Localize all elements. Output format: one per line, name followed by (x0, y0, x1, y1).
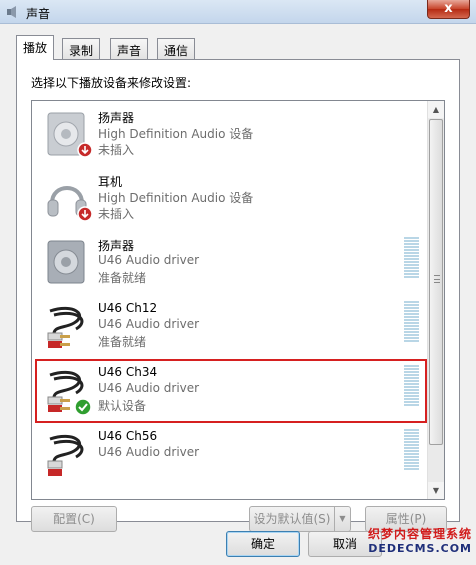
device-name: 扬声器 (98, 239, 135, 253)
ok-button[interactable]: 确定 (226, 531, 300, 557)
rca-cable-icon (47, 434, 84, 476)
tab-sounds[interactable]: 声音 (110, 38, 149, 59)
device-status: 准备就绪 (98, 335, 147, 349)
device-status: 未插入 (98, 207, 135, 221)
device-item[interactable]: U46 Ch12 U46 Audio driver 准备就绪 (32, 295, 429, 359)
device-description: U46 Audio driver (98, 381, 200, 395)
dialog-body: 播放 录制 声音 通信 选择以下播放设备来修改设置: 扬声器 High Defi… (0, 24, 476, 565)
device-name: 耳机 (98, 175, 123, 189)
watermark-line1: 织梦内容管理系统 (367, 527, 472, 541)
speaker-app-icon (7, 6, 16, 18)
volume-level-meter (404, 301, 419, 353)
set-default-button[interactable]: 设为默认值(S) ▼ (249, 506, 351, 532)
device-status: 默认设备 (98, 399, 147, 413)
speaker-icon (47, 112, 93, 158)
volume-level-meter (404, 365, 419, 417)
device-description: U46 Audio driver (98, 445, 200, 459)
vertical-scrollbar[interactable]: ▲ ▼ (427, 101, 444, 499)
tab-communications[interactable]: 通信 (157, 38, 196, 59)
device-status: 未插入 (98, 143, 135, 157)
chevron-down-icon[interactable]: ▼ (334, 507, 350, 531)
headphones-icon (47, 186, 93, 222)
configure-button[interactable]: 配置(C) (31, 506, 117, 532)
tab-recording[interactable]: 录制 (62, 38, 101, 59)
volume-level-meter (404, 237, 419, 289)
device-description: U46 Audio driver (98, 253, 200, 267)
volume-level-meter (404, 429, 419, 481)
set-default-label: 设为默认值(S) (253, 512, 331, 526)
device-item-selected[interactable]: U46 Ch34 U46 Audio driver 默认设备 (35, 359, 427, 423)
device-item[interactable]: 扬声器 U46 Audio driver 准备就绪 (32, 231, 429, 295)
device-name: U46 Ch12 (98, 301, 158, 315)
rca-cable-icon (47, 370, 92, 416)
device-description: U46 Audio driver (98, 317, 200, 331)
device-item[interactable]: U46 Ch56 U46 Audio driver (32, 423, 429, 487)
tab-playback[interactable]: 播放 (16, 35, 55, 60)
scroll-down-icon[interactable]: ▼ (428, 482, 444, 499)
watermark-line2: DEDECMS.COM (368, 542, 472, 555)
rca-cable-icon (47, 306, 84, 348)
title-bar: 声音 x (0, 0, 476, 24)
device-item[interactable]: 耳机 High Definition Audio 设备 未插入 (32, 167, 429, 231)
close-icon: x (444, 1, 453, 16)
device-name: 扬声器 (98, 111, 135, 125)
close-button[interactable]: x (427, 0, 470, 19)
scroll-thumb[interactable] (429, 119, 443, 445)
speaker-icon (47, 240, 85, 284)
grip-icon (434, 275, 440, 283)
device-list[interactable]: 扬声器 High Definition Audio 设备 未插入 耳机 High… (31, 100, 445, 500)
device-description: High Definition Audio 设备 (98, 127, 254, 141)
instruction-text: 选择以下播放设备来修改设置: (31, 76, 192, 90)
device-name: U46 Ch34 (98, 365, 158, 379)
device-description: High Definition Audio 设备 (98, 191, 254, 205)
playback-panel: 选择以下播放设备来修改设置: 扬声器 High Definition Audio… (16, 59, 460, 532)
device-item[interactable]: 扬声器 High Definition Audio 设备 未插入 (32, 103, 429, 167)
device-name: U46 Ch56 (98, 429, 158, 443)
window-title: 声音 (26, 7, 51, 21)
device-status: 准备就绪 (98, 271, 147, 285)
scroll-up-icon[interactable]: ▲ (428, 101, 444, 118)
site-watermark: 织梦内容管理系统 DEDECMS.COM (356, 525, 472, 563)
